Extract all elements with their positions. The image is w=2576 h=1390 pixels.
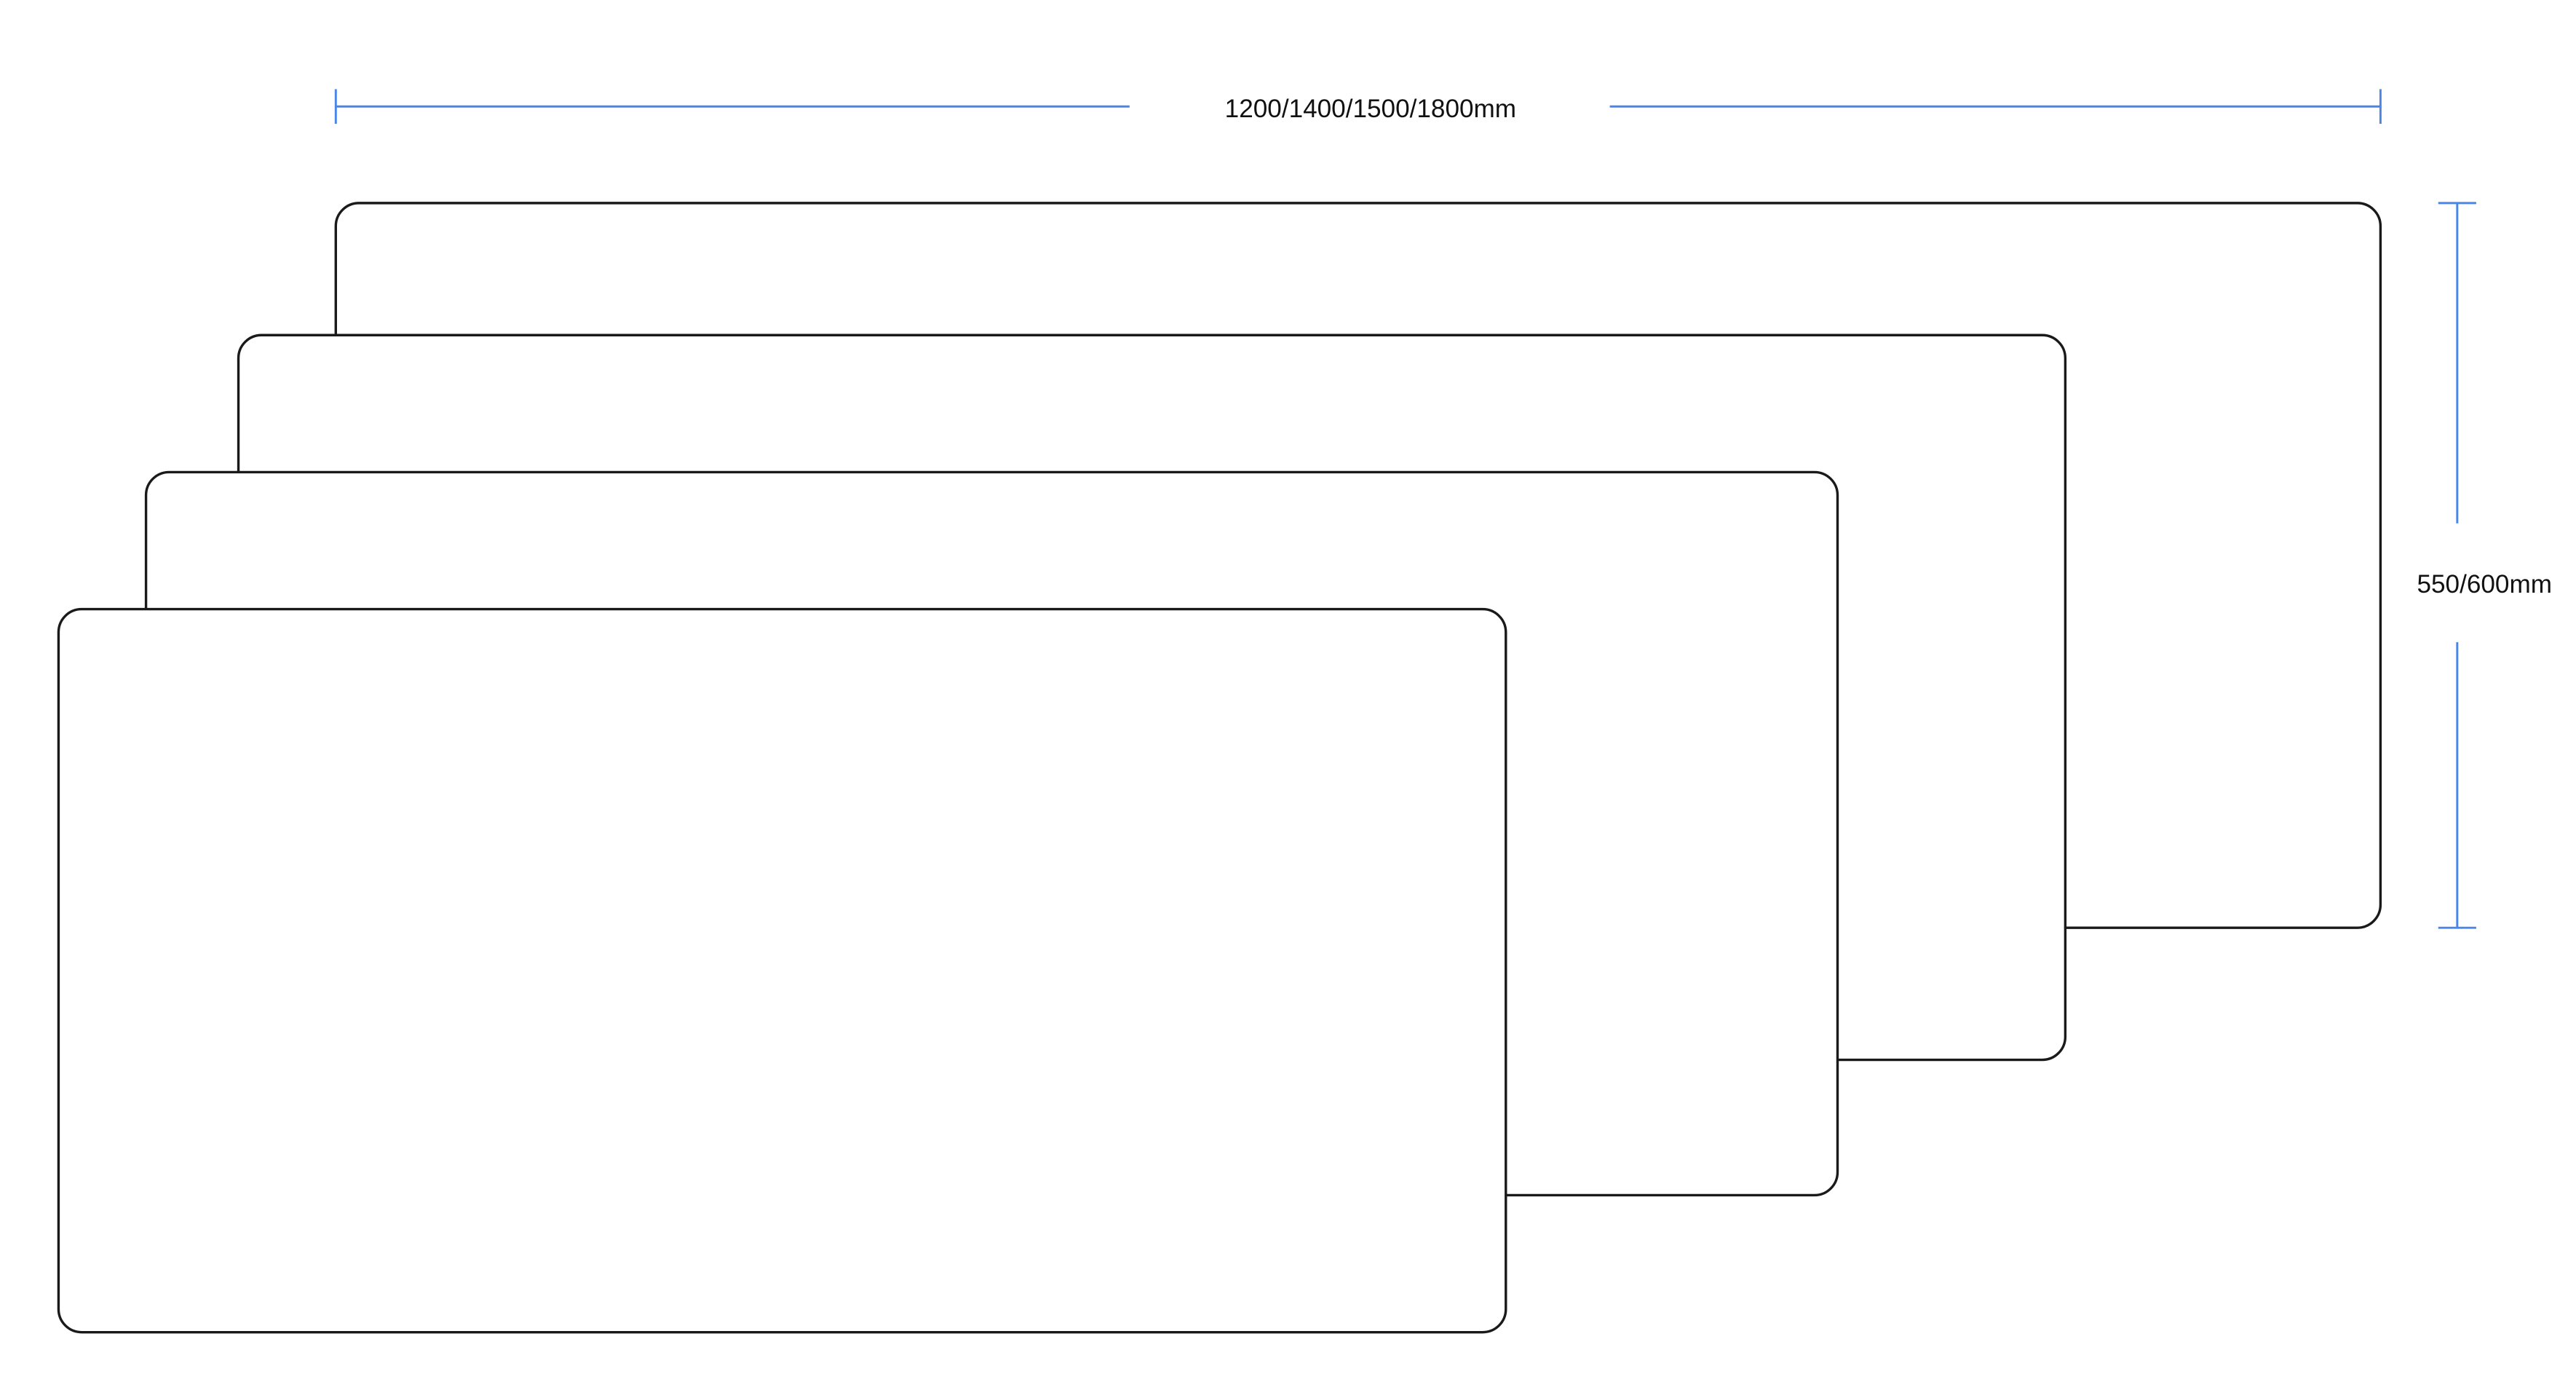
desktop-size-diagram: 1200/1400/1500/1800mm 550/600mm (57, 89, 2552, 1334)
width-dimension-label: 1200/1400/1500/1800mm (1225, 95, 1516, 123)
depth-dimension-label: 550/600mm (2417, 570, 2552, 599)
desktop-outline-1200 (57, 607, 1507, 1334)
depth-dimension (2438, 202, 2476, 929)
